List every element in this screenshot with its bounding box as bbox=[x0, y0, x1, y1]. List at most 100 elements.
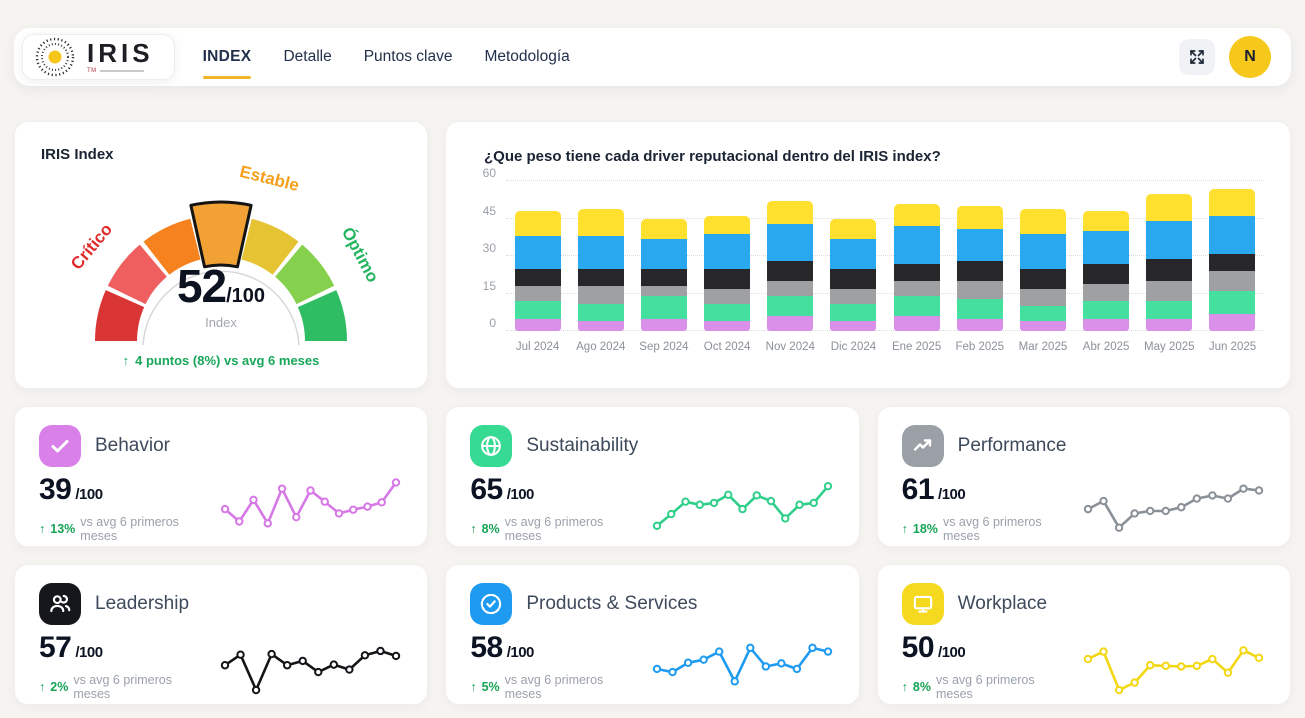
y-axis: 015304560 bbox=[470, 181, 506, 331]
workplace-sparkline bbox=[1081, 625, 1266, 703]
up-arrow-icon: ↑ bbox=[470, 522, 476, 536]
monitor-icon bbox=[902, 583, 944, 625]
products-services-sparkline bbox=[650, 625, 835, 703]
brand-logo[interactable]: IRIS TM bbox=[22, 34, 175, 80]
iris-index-title: IRIS Index bbox=[41, 146, 401, 163]
bar-segment-performance bbox=[957, 281, 1003, 299]
bar-column bbox=[885, 181, 948, 331]
driver-score: 57/100 bbox=[39, 631, 210, 665]
bar-segment-sustainability bbox=[1209, 291, 1255, 314]
bar-segment-workplace bbox=[578, 209, 624, 237]
bar-segment-sustainability bbox=[578, 304, 624, 322]
tab-index[interactable]: INDEX bbox=[203, 44, 252, 70]
y-tick-label: 60 bbox=[483, 166, 496, 180]
bar-segment-sustainability bbox=[1020, 306, 1066, 321]
bar-segment-leadership bbox=[515, 269, 561, 287]
bar-segment-workplace bbox=[515, 211, 561, 236]
tab-metodologia[interactable]: Metodología bbox=[484, 44, 569, 70]
tab-puntos-clave[interactable]: Puntos clave bbox=[364, 44, 453, 70]
bar-segment-performance bbox=[515, 286, 561, 301]
bar-segment-performance bbox=[1083, 284, 1129, 302]
bar-segment-behavior bbox=[1209, 314, 1255, 332]
bar-segment-products-services bbox=[1083, 231, 1129, 264]
gauge-segment bbox=[191, 202, 251, 267]
bar-segment-products-services bbox=[578, 236, 624, 269]
bar-segment-sustainability bbox=[1083, 301, 1129, 319]
bar-segment-sustainability bbox=[641, 296, 687, 319]
bar-column bbox=[759, 181, 822, 331]
user-avatar[interactable]: N bbox=[1229, 36, 1271, 78]
bar-segment-sustainability bbox=[704, 304, 750, 322]
bar-segment-performance bbox=[1020, 289, 1066, 307]
bar-segment-products-services bbox=[894, 226, 940, 264]
driver-score: 50/100 bbox=[902, 631, 1073, 665]
bar-segment-leadership bbox=[1020, 269, 1066, 289]
bar-segment-leadership bbox=[704, 269, 750, 289]
y-tick-label: 15 bbox=[483, 279, 496, 293]
header-actions: N bbox=[1179, 36, 1271, 78]
logo-wordmark: IRIS bbox=[87, 40, 154, 66]
plot-area bbox=[506, 181, 1264, 331]
bar-segment-products-services bbox=[1020, 234, 1066, 269]
bar-segment-behavior bbox=[894, 316, 940, 331]
trend-up-icon bbox=[902, 425, 944, 467]
bar-segment-performance bbox=[1209, 271, 1255, 291]
x-tick-label: Ago 2024 bbox=[569, 341, 632, 353]
driver-change: ↑ 2% vs avg 6 primeros meses bbox=[39, 673, 210, 701]
y-tick-label: 30 bbox=[483, 241, 496, 255]
driver-name: Sustainability bbox=[526, 435, 638, 457]
driver-score: 61/100 bbox=[902, 473, 1073, 507]
bar-column bbox=[822, 181, 885, 331]
driver-change: ↑ 8% vs avg 6 primeros meses bbox=[470, 515, 641, 543]
bar-column bbox=[1011, 181, 1074, 331]
x-axis-labels: Jul 2024Ago 2024Sep 2024Oct 2024Nov 2024… bbox=[506, 341, 1264, 353]
bar-segment-leadership bbox=[641, 269, 687, 287]
driver-card-performance: Performance 61/100 ↑ 18% vs avg 6 primer… bbox=[877, 406, 1291, 547]
tab-detalle[interactable]: Detalle bbox=[283, 44, 331, 70]
x-tick-label: Nov 2024 bbox=[759, 341, 822, 353]
driver-name: Leadership bbox=[95, 593, 189, 615]
stacked-bar-chart: 015304560 Jul 2024Ago 2024Sep 2024Oct 20… bbox=[470, 181, 1264, 353]
gauge-delta: ↑ 4 puntos (8%) vs avg 6 meses bbox=[15, 353, 427, 368]
gauge-sub-label: Index bbox=[47, 315, 395, 330]
bar-segment-products-services bbox=[957, 229, 1003, 262]
driver-score: 58/100 bbox=[470, 631, 641, 665]
people-icon bbox=[39, 583, 81, 625]
bar-segment-leadership bbox=[957, 261, 1003, 281]
gauge-value: 52/100 Index bbox=[47, 259, 395, 330]
bar-segment-workplace bbox=[1209, 189, 1255, 217]
bar-segment-products-services bbox=[704, 234, 750, 269]
bar-segment-sustainability bbox=[767, 296, 813, 316]
bar-segment-behavior bbox=[1020, 321, 1066, 331]
top-row: IRIS Index Crítico Estable Óptimo 52/100… bbox=[14, 121, 1291, 389]
bars-container bbox=[506, 181, 1264, 331]
x-tick-label: Ene 2025 bbox=[885, 341, 948, 353]
bar-segment-performance bbox=[704, 289, 750, 304]
bar-segment-workplace bbox=[641, 219, 687, 239]
bar-column bbox=[1138, 181, 1201, 331]
bar-segment-leadership bbox=[1146, 259, 1192, 282]
bar-column bbox=[696, 181, 759, 331]
iris-index-card: IRIS Index Crítico Estable Óptimo 52/100… bbox=[14, 121, 428, 389]
dashboard-page: IRIS TM INDEX Detalle Puntos clave Metod… bbox=[0, 0, 1305, 705]
bar-segment-sustainability bbox=[894, 296, 940, 316]
top-navigation-bar: IRIS TM INDEX Detalle Puntos clave Metod… bbox=[14, 28, 1291, 86]
fullscreen-button[interactable] bbox=[1179, 39, 1215, 75]
x-tick-label: Sep 2024 bbox=[632, 341, 695, 353]
bar-segment-performance bbox=[641, 286, 687, 296]
bar-segment-sustainability bbox=[515, 301, 561, 319]
bar-segment-workplace bbox=[1083, 211, 1129, 231]
bar-segment-performance bbox=[767, 281, 813, 296]
bar-segment-sustainability bbox=[957, 299, 1003, 319]
bar-segment-leadership bbox=[1083, 264, 1129, 284]
bar-segment-leadership bbox=[894, 264, 940, 282]
iris-mandala-icon bbox=[33, 35, 77, 79]
bar-segment-leadership bbox=[830, 269, 876, 289]
bar-segment-leadership bbox=[1209, 254, 1255, 272]
driver-card-products-services: Products & Services 58/100 ↑ 5% vs avg 6… bbox=[445, 564, 859, 705]
performance-sparkline bbox=[1081, 467, 1266, 545]
bar-column bbox=[948, 181, 1011, 331]
behavior-sparkline bbox=[218, 467, 403, 545]
bar-segment-sustainability bbox=[1146, 301, 1192, 319]
bar-segment-products-services bbox=[1209, 216, 1255, 254]
